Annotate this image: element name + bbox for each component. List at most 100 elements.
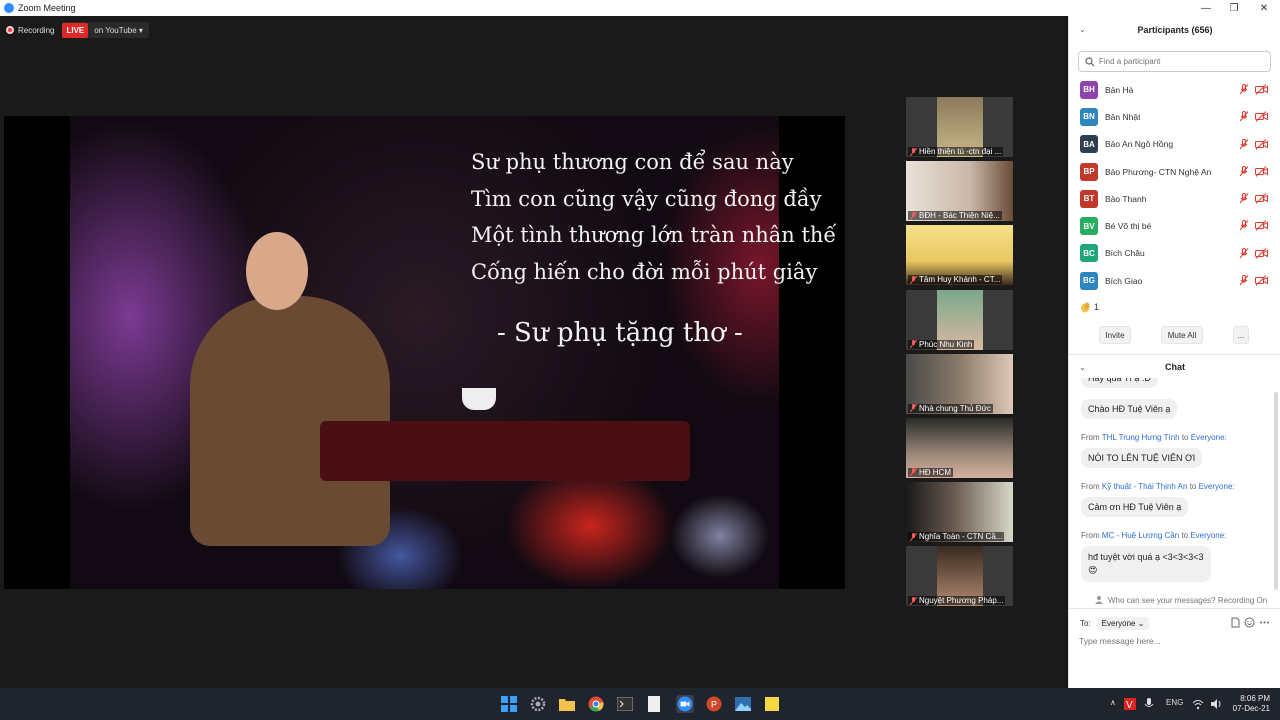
avatar: BG	[1080, 271, 1098, 290]
poem-line: Tìm con cũng vậy cũng đong đầy	[471, 186, 822, 211]
video-off-icon[interactable]	[1255, 111, 1268, 123]
maximize-button[interactable]: ❐	[1220, 0, 1248, 16]
terminal-app[interactable]	[616, 695, 634, 713]
settings-app[interactable]	[529, 695, 547, 713]
notepad-app[interactable]	[645, 695, 663, 713]
chat-scrollbar[interactable]	[1274, 392, 1278, 590]
recipient-name[interactable]: Everyone:	[1190, 531, 1226, 540]
participant-name: Bích Giao	[1105, 275, 1143, 286]
chat-recipient: To: Everyone ⌄	[1080, 617, 1150, 630]
muted-mic-icon[interactable]	[1239, 220, 1249, 231]
video-tile[interactable]: Phúc Nhu Kinh	[906, 289, 1013, 350]
video-name-tag: Tâm Huy Khánh - CT...	[908, 275, 1003, 285]
invite-button[interactable]: Invite	[1099, 326, 1131, 344]
muted-mic-icon[interactable]	[1239, 111, 1249, 122]
participant-row[interactable]: BP Bảo Phương- CTN Nghệ An	[1069, 158, 1280, 185]
antivirus-icon[interactable]: V	[1124, 698, 1136, 710]
muted-mic-icon	[910, 532, 917, 541]
video-tile[interactable]: Nghĩa Toàn - CTN Cầ...	[906, 482, 1013, 543]
svg-text:P: P	[711, 700, 717, 710]
muted-mic-icon[interactable]	[1239, 138, 1249, 150]
video-off-icon[interactable]	[1255, 193, 1268, 205]
volume-icon[interactable]	[1210, 698, 1222, 710]
cup-shape	[462, 388, 496, 410]
muted-mic-icon	[910, 468, 917, 477]
recording-dot-icon	[6, 26, 14, 34]
who-can-see-link[interactable]: Who can see your messages? Recording On	[1094, 595, 1267, 605]
zoom-app[interactable]	[676, 695, 694, 713]
clock-time: 8:06 PM	[1240, 694, 1270, 703]
sender-name[interactable]: MC - Huệ Lương Cần	[1102, 531, 1179, 540]
title-bar: Zoom Meeting — ❐ ✕	[0, 0, 1280, 16]
participant-row[interactable]: BC Bích Châu	[1069, 240, 1280, 267]
participant-search-input[interactable]	[1099, 57, 1259, 66]
wifi-icon[interactable]	[1192, 698, 1204, 710]
video-tile[interactable]: Hiền thiện tú -ctn đại ...	[906, 97, 1013, 157]
microphone-icon[interactable]	[1144, 698, 1154, 710]
windows-taskbar: P ∧ V ENG 8:06 PM 07-Dec-21	[0, 688, 1280, 720]
participant-row[interactable]: BN Bản Nhật	[1069, 103, 1280, 130]
video-off-icon[interactable]	[1255, 275, 1268, 286]
sender-name[interactable]: Kỹ thuật - Thái Thịnh An	[1102, 482, 1188, 491]
more-icon[interactable]	[1259, 617, 1270, 628]
video-tile[interactable]: HĐ HCM	[906, 417, 1013, 478]
powerpoint-app[interactable]: P	[705, 695, 723, 713]
participant-row[interactable]: BA Bảo An Ngô Hồng	[1069, 131, 1280, 158]
collapse-chevron-icon[interactable]: ⌄	[1079, 25, 1086, 34]
avatar: BC	[1080, 244, 1098, 263]
emoji-heart-eyes-icon: 😍	[1088, 565, 1098, 575]
avatar: BH	[1080, 80, 1098, 99]
participant-row[interactable]: BG Bích Giao	[1069, 267, 1280, 294]
file-icon[interactable]	[1230, 617, 1241, 628]
chat-message-input[interactable]	[1079, 636, 1273, 646]
minimize-button[interactable]: —	[1192, 0, 1220, 16]
emoji-icon[interactable]	[1244, 617, 1255, 628]
file-explorer-app[interactable]	[558, 695, 576, 713]
terminal-icon	[617, 697, 633, 711]
recording-indicator[interactable]: Recording LIVE on YouTube ▾	[6, 22, 149, 38]
system-clock[interactable]: 8:06 PM 07-Dec-21	[1233, 694, 1270, 714]
zoom-window: Zoom Meeting — ❐ ✕ Recording LIVE on You…	[0, 0, 1280, 720]
live-badge: LIVE	[62, 22, 89, 38]
video-off-icon[interactable]	[1255, 138, 1268, 150]
recipient-name[interactable]: Everyone:	[1191, 433, 1227, 442]
video-name-tag: Phúc Nhu Kinh	[908, 339, 975, 349]
muted-mic-icon[interactable]	[1239, 165, 1249, 177]
video-off-icon[interactable]	[1255, 220, 1268, 232]
live-stream-button[interactable]: LIVE on YouTube ▾	[62, 22, 149, 38]
video-tile[interactable]: Tâm Huy Khánh - CT...	[906, 225, 1013, 286]
participant-name: Bé Võ thị bé	[1105, 221, 1152, 232]
muted-mic-icon[interactable]	[1239, 247, 1249, 259]
close-button[interactable]: ✕	[1250, 0, 1278, 16]
video-tile[interactable]: BĐH - Bác Thiện Niệ...	[906, 161, 1013, 222]
participant-row[interactable]: BH Bản Hà	[1069, 76, 1280, 103]
mute-all-button[interactable]: Mute All	[1161, 326, 1203, 344]
muted-mic-icon[interactable]	[1239, 275, 1249, 286]
language-indicator[interactable]: ENG	[1166, 698, 1183, 707]
folder-icon	[559, 699, 575, 711]
video-off-icon[interactable]	[1255, 166, 1268, 177]
start-button[interactable]	[500, 695, 518, 713]
muted-mic-icon[interactable]	[1239, 84, 1249, 95]
participant-search[interactable]	[1078, 51, 1271, 72]
recipient-name[interactable]: Everyone:	[1199, 482, 1235, 491]
chat-message-text: hđ tuyệt vời quá ạ <3<3<3<3	[1088, 552, 1204, 562]
chrome-app[interactable]	[587, 695, 605, 713]
recipient-dropdown[interactable]: Everyone ⌄	[1096, 617, 1150, 630]
video-off-icon[interactable]	[1255, 247, 1268, 259]
participant-row[interactable]: BV Bé Võ thị bé	[1069, 212, 1280, 239]
collapse-chevron-icon[interactable]: ⌄	[1079, 363, 1086, 372]
zoom-logo-icon	[4, 3, 14, 13]
video-tile[interactable]: Nhà chung Thủ Đức	[906, 353, 1013, 414]
video-off-icon[interactable]	[1255, 84, 1268, 95]
photos-app[interactable]	[734, 695, 752, 713]
tray-overflow-icon[interactable]: ∧	[1110, 698, 1116, 707]
sticky-notes-app[interactable]	[763, 695, 781, 713]
participant-row[interactable]: BT Bảo Thanh	[1069, 185, 1280, 212]
muted-mic-icon[interactable]	[1239, 193, 1249, 204]
poem-signature: - Sư phụ tặng thơ -	[497, 318, 743, 348]
sender-name[interactable]: THL Trung Hưng Tình	[1102, 433, 1180, 442]
more-options-button[interactable]: ...	[1233, 326, 1249, 344]
photo-icon	[735, 697, 751, 711]
video-tile[interactable]: Nguyệt Phương Pháp...	[906, 546, 1013, 607]
